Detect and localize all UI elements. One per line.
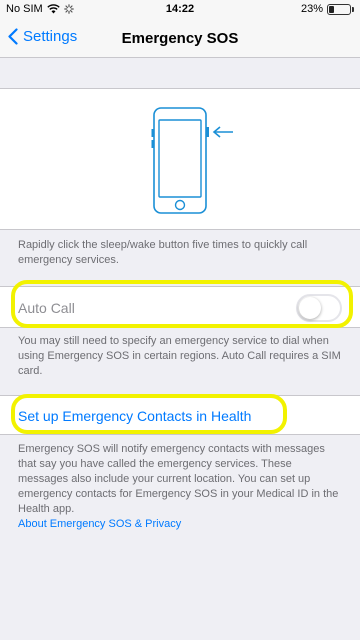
emergency-contacts-row[interactable]: Set up Emergency Contacts in Health	[0, 395, 360, 435]
status-bar: No SIM 14:22 23%	[0, 0, 360, 20]
setup-emergency-contacts-link[interactable]: Set up Emergency Contacts in Health	[18, 408, 251, 424]
battery-fill	[329, 5, 334, 13]
auto-call-toggle[interactable]	[296, 294, 342, 322]
intro-caption: Rapidly click the sleep/wake button five…	[18, 239, 308, 266]
privacy-link[interactable]: About Emergency SOS & Privacy	[18, 518, 181, 530]
status-right: 23%	[301, 3, 354, 15]
battery-tip	[352, 6, 354, 12]
battery-icon	[327, 3, 351, 15]
contacts-note-text: Emergency SOS will notify emergency cont…	[18, 443, 339, 515]
arrow-left-icon	[212, 126, 233, 138]
toggle-knob	[299, 297, 321, 319]
sos-illustration	[0, 88, 360, 230]
auto-call-label: Auto Call	[18, 300, 75, 316]
page-title: Emergency SOS	[121, 30, 239, 47]
phone-illustration-icon	[151, 107, 233, 214]
battery-percent: 23%	[300, 3, 323, 15]
navigation-bar: Settings Emergency SOS	[0, 20, 360, 58]
contacts-caption: Emergency SOS will notify emergency cont…	[18, 442, 344, 532]
auto-call-caption: You may still need to specify an emergen…	[18, 335, 341, 377]
auto-call-row: Auto Call	[0, 286, 360, 328]
